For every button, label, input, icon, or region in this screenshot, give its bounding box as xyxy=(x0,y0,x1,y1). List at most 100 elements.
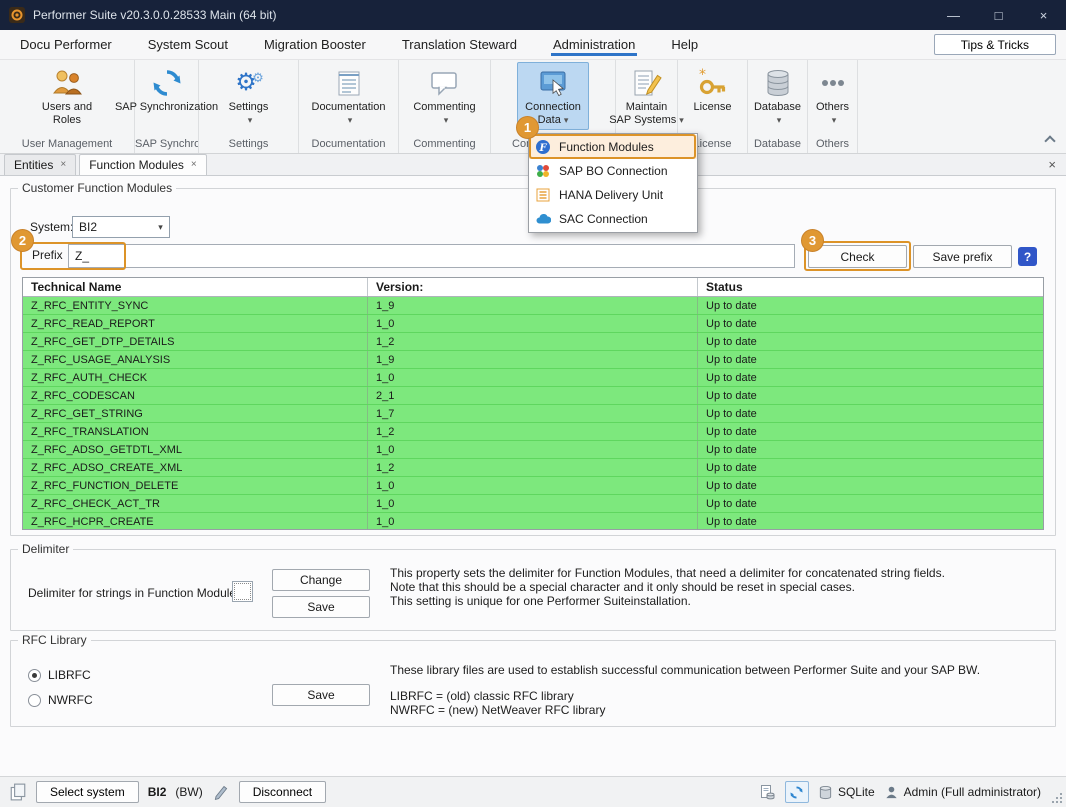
menu-option-label: HANA Delivery Unit xyxy=(559,188,663,202)
menu-option-label: SAC Connection xyxy=(559,212,648,226)
table-row[interactable]: Z_RFC_FUNCTION_DELETE 1_0 Up to date xyxy=(23,477,1043,495)
cell-status: Up to date xyxy=(698,513,1043,530)
ribbon-button[interactable]: Documentation xyxy=(304,62,394,130)
cell-technical-name: Z_RFC_ADSO_CREATE_XML xyxy=(23,459,368,476)
table-row[interactable]: Z_RFC_AUTH_CHECK 1_0 Up to date xyxy=(23,369,1043,387)
cell-version: 1_2 xyxy=(368,459,698,476)
dbbig-icon xyxy=(762,67,794,99)
menu-item[interactable]: Translation Steward xyxy=(384,30,535,59)
function-modules-table: Technical Name Version: Status Z_RFC_ENT… xyxy=(22,277,1044,530)
refresh-button[interactable] xyxy=(785,781,809,803)
doc-icon xyxy=(333,67,365,99)
ribbon-group: Others Others xyxy=(808,60,858,153)
document-tab[interactable]: Entities xyxy=(4,154,76,175)
minimize-button[interactable]: — xyxy=(931,0,976,30)
panel-close-icon[interactable] xyxy=(1048,157,1056,172)
resize-grip[interactable] xyxy=(1053,794,1063,804)
ribbon-button-label: Settings xyxy=(229,101,269,114)
system-combobox[interactable]: BI2 xyxy=(72,216,170,238)
table-row[interactable]: Z_RFC_HCPR_CREATE 1_0 Up to date xyxy=(23,513,1043,530)
menu-option[interactable]: SAP BO Connection xyxy=(529,159,697,183)
menu-option[interactable]: Function Modules xyxy=(529,135,697,159)
check-button[interactable]: Check xyxy=(808,245,907,268)
table-row[interactable]: Z_RFC_GET_DTP_DETAILS 1_2 Up to date xyxy=(23,333,1043,351)
ribbon-button[interactable]: Commenting xyxy=(405,62,483,130)
menu-option[interactable]: HANA Delivery Unit xyxy=(529,183,697,207)
column-technical-name[interactable]: Technical Name xyxy=(23,278,368,296)
tab-close-icon[interactable] xyxy=(191,160,197,170)
column-version[interactable]: Version: xyxy=(368,278,698,296)
pages-icon[interactable] xyxy=(9,783,27,801)
statusbar: Select system BI2 (BW) Disconnect SQLite… xyxy=(0,776,1066,807)
ribbon-button-label: Others xyxy=(816,101,849,114)
table-row[interactable]: Z_RFC_ENTITY_SYNC 1_9 Up to date xyxy=(23,297,1043,315)
maximize-button[interactable]: □ xyxy=(976,0,1021,30)
menu-item[interactable]: Docu Performer xyxy=(2,30,130,59)
ribbon-button-label: Connection xyxy=(525,101,581,114)
select-system-button[interactable]: Select system xyxy=(36,781,139,803)
cell-version: 1_7 xyxy=(368,405,698,422)
save-prefix-button[interactable]: Save prefix xyxy=(913,245,1012,268)
menu-item[interactable]: Help xyxy=(653,30,716,59)
ribbon-button[interactable]: Settings xyxy=(221,62,277,130)
prefix-label: Prefix xyxy=(32,248,63,262)
ribbon-button[interactable]: License xyxy=(686,62,740,117)
cell-version: 1_9 xyxy=(368,297,698,314)
column-status[interactable]: Status xyxy=(698,278,1043,296)
save-rfc-library-button[interactable]: Save xyxy=(272,684,370,706)
table-row[interactable]: Z_RFC_GET_STRING 1_7 Up to date xyxy=(23,405,1043,423)
table-row[interactable]: Z_RFC_READ_REPORT 1_0 Up to date xyxy=(23,315,1043,333)
app-icon xyxy=(9,7,25,23)
menu-item[interactable]: Migration Booster xyxy=(246,30,384,59)
groupbox-title: Delimiter xyxy=(18,542,73,556)
cell-version: 2_1 xyxy=(368,387,698,404)
cell-status: Up to date xyxy=(698,297,1043,314)
ribbon-group: Documentation Documentation xyxy=(299,60,399,153)
delimiter-description-line1: This property sets the delimiter for Fun… xyxy=(390,567,945,581)
edit-connection-icon[interactable] xyxy=(212,784,230,800)
ribbon-button[interactable]: Users and Roles xyxy=(34,62,100,130)
current-system-label: BI2 xyxy=(148,785,167,799)
tips-and-tricks-button[interactable]: Tips & Tricks xyxy=(934,34,1056,55)
ribbon-button[interactable]: Others xyxy=(808,62,857,130)
rfc-library-radio[interactable]: LIBRFC xyxy=(28,668,93,682)
disconnect-button[interactable]: Disconnect xyxy=(239,781,326,803)
cell-status: Up to date xyxy=(698,351,1043,368)
rfc-description-line3: NWRFC = (new) NetWeaver RFC library xyxy=(390,704,605,718)
menu-item-label: Migration Booster xyxy=(264,37,366,52)
ribbon-button[interactable]: Database xyxy=(746,62,809,130)
table-row[interactable]: Z_RFC_ADSO_GETDTL_XML 1_0 Up to date xyxy=(23,441,1043,459)
table-row[interactable]: Z_RFC_USAGE_ANALYSIS 1_9 Up to date xyxy=(23,351,1043,369)
change-delimiter-button[interactable]: Change xyxy=(272,569,370,591)
save-delimiter-button[interactable]: Save xyxy=(272,596,370,618)
delimiter-input[interactable] xyxy=(232,581,253,602)
menu-item-label: Translation Steward xyxy=(402,37,517,52)
ribbon-group-label: Database xyxy=(748,136,807,153)
cell-technical-name: Z_RFC_TRANSLATION xyxy=(23,423,368,440)
tab-label: Entities xyxy=(14,158,53,172)
menu-item[interactable]: Administration xyxy=(535,30,653,59)
database-document-icon[interactable] xyxy=(758,784,776,800)
cell-status: Up to date xyxy=(698,315,1043,332)
cell-status: Up to date xyxy=(698,405,1043,422)
document-tab[interactable]: Function Modules xyxy=(79,154,207,175)
database-status: SQLite xyxy=(818,785,875,800)
menu-option[interactable]: SAC Connection xyxy=(529,207,697,231)
cell-status: Up to date xyxy=(698,477,1043,494)
table-row[interactable]: Z_RFC_ADSO_CREATE_XML 1_2 Up to date xyxy=(23,459,1043,477)
table-row[interactable]: Z_RFC_TRANSLATION 1_2 Up to date xyxy=(23,423,1043,441)
tab-close-icon[interactable] xyxy=(60,160,66,170)
cell-version: 1_0 xyxy=(368,495,698,512)
rfc-description-line1: These library files are used to establis… xyxy=(390,664,980,678)
table-row[interactable]: Z_RFC_CODESCAN 2_1 Up to date xyxy=(23,387,1043,405)
cell-version: 1_0 xyxy=(368,477,698,494)
close-button[interactable]: × xyxy=(1021,0,1066,30)
prefix-input[interactable] xyxy=(68,244,795,268)
table-row[interactable]: Z_RFC_CHECK_ACT_TR 1_0 Up to date xyxy=(23,495,1043,513)
menu-item[interactable]: System Scout xyxy=(130,30,246,59)
cell-technical-name: Z_RFC_READ_REPORT xyxy=(23,315,368,332)
help-icon[interactable] xyxy=(1018,247,1037,266)
rfc-library-radio[interactable]: NWRFC xyxy=(28,693,93,707)
chevron-down-icon xyxy=(348,115,353,125)
system-label: System: xyxy=(30,220,73,234)
